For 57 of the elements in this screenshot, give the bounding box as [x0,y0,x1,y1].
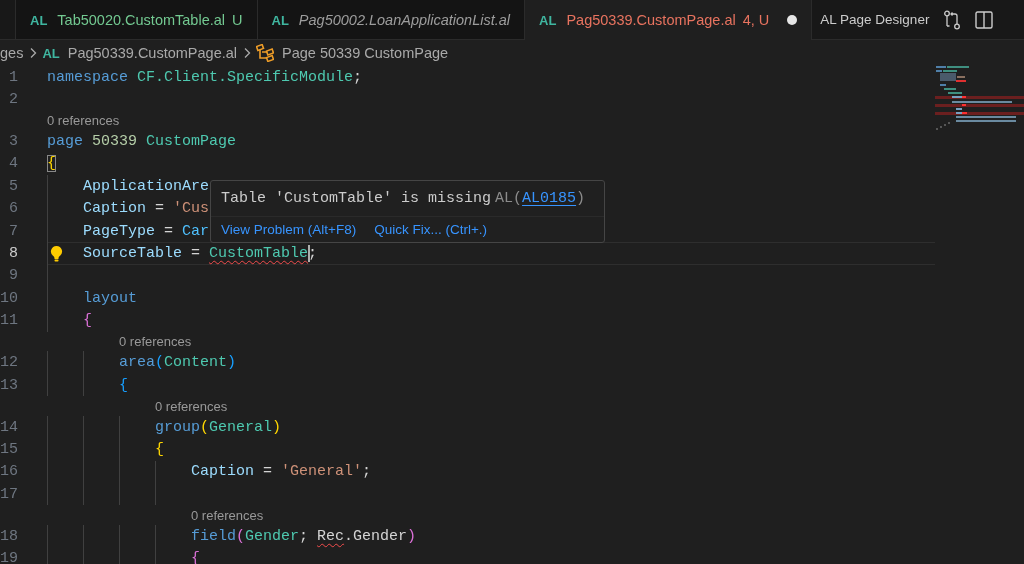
line-number: 17 [0,485,18,503]
code-lens-link[interactable]: 0 references [191,507,264,523]
editor-tab[interactable]: AL Pag50002.LoanApplicationList.al [256,0,525,40]
line-number: 19 [0,550,18,564]
line-number: 1 [8,68,18,86]
split-editor-icon[interactable] [975,10,994,29]
breadcrumb-item[interactable]: AL Pag50339.CustomPage.al [40,45,240,61]
code-lens-link[interactable]: 0 references [119,334,192,350]
line-number: 15 [0,440,18,458]
chevron-icon [29,47,39,59]
line-number: 7 [8,222,18,240]
code-line: area(Content) [119,354,237,372]
line-number: 3 [8,133,18,151]
code-line: { [83,312,92,330]
line-number: 2 [8,91,18,109]
compare-changes-icon[interactable] [943,9,962,30]
code-line: SourceTable = CustomTable; [83,245,318,262]
editor-tab[interactable]: AL Tab50020.CustomTable.al U [15,0,257,40]
error-message: Table 'CustomTable' is missing AL(AL0185) [220,189,587,209]
unsaved-dot-icon [787,15,798,25]
line-number: 9 [8,267,18,285]
code-line: { [119,376,128,394]
editor-action-label[interactable]: AL Page Designer [820,12,930,27]
line-number: 12 [0,354,18,372]
code-line: group(General) [155,418,282,436]
error-code-link[interactable]: AL0185 [522,190,577,207]
editor-tab[interactable]: AL Pag50339.CustomPage.al 4, U [524,0,813,40]
breadcrumb-item[interactable]: Page 50339 CustomPage [254,44,451,62]
line-number: 5 [8,177,18,195]
code-line: page 50339 CustomPage [47,133,237,151]
code-line: layout [83,289,137,307]
line-number: 10 [0,289,18,307]
minimap-drawing[interactable] [935,66,1024,132]
line-number: 11 [0,312,18,330]
line-number: 4 [8,155,18,173]
code-line: PageType = Car [83,222,210,240]
line-number: 18 [0,527,18,545]
line-number: 13 [0,376,18,394]
code-line: Caption = 'Cus [83,200,210,218]
code-line: ApplicationAre [83,177,210,195]
chevron-icon [243,47,253,59]
breadcrumb-item[interactable]: ges [0,45,26,61]
symbol-icon [256,44,275,62]
hover-action-link[interactable]: Quick Fix... (Ctrl+.) [374,222,488,237]
code-line: { [155,440,164,458]
line-number: 14 [0,418,18,436]
line-number: 16 [0,463,18,481]
line-number: 8 [8,245,18,262]
code-line: field(Gender; Rec.Gender) [191,527,417,545]
lightbulb-icon[interactable] [50,245,63,263]
line-number: 6 [8,200,18,218]
code-line: Caption = 'General'; [191,463,372,481]
code-lens-link[interactable]: 0 references [155,398,228,414]
code-line: namespace CF.Client.SpecificModule; [47,68,363,86]
code-lens-link[interactable]: 0 references [47,113,120,129]
code-line: { [47,155,56,173]
hover-action-link[interactable]: View Problem (Alt+F8) [221,222,357,237]
